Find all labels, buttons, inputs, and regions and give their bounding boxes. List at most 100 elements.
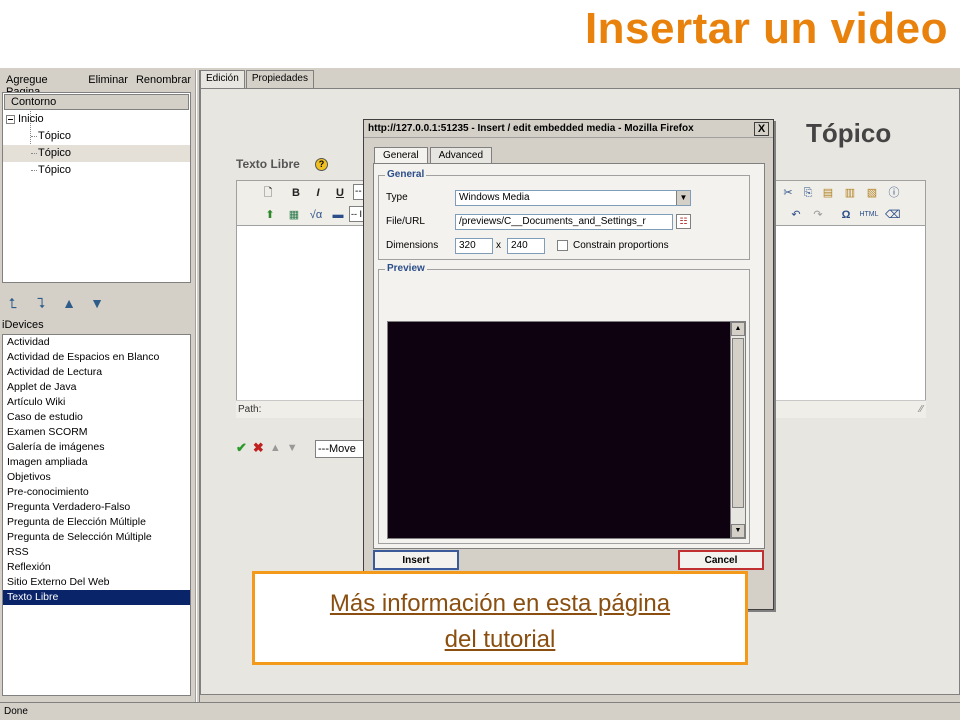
- path-label: Path:: [238, 404, 262, 415]
- idevice-item[interactable]: Objetivos: [3, 470, 190, 485]
- tree-item-topic[interactable]: Tópico: [3, 162, 190, 179]
- tree-item-topic[interactable]: Tópico: [3, 128, 190, 145]
- tab-edicion[interactable]: Edición: [200, 70, 245, 88]
- idevice-item[interactable]: Artículo Wiki: [3, 395, 190, 410]
- copy-icon[interactable]: ⎘: [801, 186, 815, 200]
- idevice-item[interactable]: Pregunta de Selección Múltiple: [3, 530, 190, 545]
- constrain-checkbox[interactable]: [557, 240, 568, 251]
- media-preview: [387, 321, 733, 539]
- scroll-down-icon[interactable]: ▼: [731, 524, 745, 538]
- collapse-icon[interactable]: [6, 115, 15, 124]
- browse-icon[interactable]: ☷: [676, 214, 691, 229]
- idevice-item[interactable]: Pre-conocimiento: [3, 485, 190, 500]
- move-down-icon[interactable]: ▼: [287, 442, 298, 454]
- move-up-icon[interactable]: ▲: [270, 442, 281, 454]
- cancel-button[interactable]: Cancel: [678, 550, 764, 570]
- redo-icon[interactable]: ↷: [811, 208, 825, 222]
- add-page-button[interactable]: Agregue Pagina: [2, 72, 84, 98]
- file-url-input[interactable]: /previews/C__Documents_and_Settings_r: [455, 214, 673, 230]
- width-input[interactable]: 320: [455, 238, 493, 254]
- paste-word-icon[interactable]: ▧: [865, 186, 879, 200]
- idevice-item[interactable]: Pregunta de Elección Múltiple: [3, 515, 190, 530]
- idevice-item[interactable]: Reflexión: [3, 560, 190, 575]
- file-url-label: File/URL: [386, 216, 425, 227]
- idevices-list: Actividad Actividad de Espacios en Blanc…: [2, 334, 191, 696]
- tree-connector: [31, 136, 37, 137]
- idevice-item[interactable]: Sitio Externo Del Web: [3, 575, 190, 590]
- special-char-icon[interactable]: Ω: [839, 208, 853, 222]
- outline-tree: Contorno Inicio Tópico Tópico Tópico: [2, 92, 191, 283]
- idevice-title: Texto Libre: [236, 157, 300, 171]
- promote-icon[interactable]: ⮤: [4, 295, 22, 312]
- scroll-thumb[interactable]: [732, 338, 744, 508]
- idevice-item[interactable]: Caso de estudio: [3, 410, 190, 425]
- eraser-icon[interactable]: ⌫: [885, 208, 901, 222]
- tree-item-root[interactable]: Inicio: [3, 111, 190, 128]
- paste-icon[interactable]: ▤: [821, 186, 835, 200]
- chevron-down-icon[interactable]: ▼: [676, 191, 690, 205]
- idevice-item[interactable]: Pregunta Verdadero-Falso: [3, 500, 190, 515]
- rename-button[interactable]: Renombrar: [132, 72, 195, 90]
- idevice-item-selected[interactable]: Texto Libre: [3, 590, 190, 605]
- idevice-item[interactable]: Actividad de Lectura: [3, 365, 190, 380]
- general-fieldset: General Type Windows Media ▼ File/URL /p…: [378, 169, 750, 260]
- help-circle-icon[interactable]: ⓘ: [887, 186, 901, 200]
- bold-icon[interactable]: B: [289, 186, 303, 200]
- scroll-up-icon[interactable]: ▲: [731, 322, 745, 336]
- preview-legend: Preview: [385, 263, 427, 274]
- underline-icon[interactable]: U: [333, 186, 347, 200]
- tab-general[interactable]: General: [374, 147, 428, 163]
- status-bar: Done: [0, 702, 960, 720]
- preview-scrollbar[interactable]: ▲ ▼: [730, 321, 746, 539]
- paste-text-icon[interactable]: ▥: [843, 186, 857, 200]
- left-pane: Agregue Pagina Eliminar Renombrar Contor…: [0, 70, 196, 702]
- idevice-item[interactable]: Examen SCORM: [3, 425, 190, 440]
- dialog-title: http://127.0.0.1:51235 - Insert / edit e…: [364, 120, 773, 138]
- resize-grip-icon[interactable]: ⁄⁄: [920, 401, 923, 418]
- delete-x-icon[interactable]: ✖: [253, 440, 264, 456]
- close-button[interactable]: X: [754, 122, 769, 136]
- tutorial-link-line1[interactable]: Más información en esta página: [330, 590, 670, 617]
- height-input[interactable]: 240: [507, 238, 545, 254]
- slide-title: Insertar un video: [584, 4, 948, 53]
- idevice-item[interactable]: RSS: [3, 545, 190, 560]
- type-select[interactable]: Windows Media ▼: [455, 190, 691, 206]
- move-down-icon[interactable]: ▼: [88, 295, 106, 311]
- insert-media-icon[interactable]: ▦: [287, 208, 301, 222]
- idevice-item[interactable]: Imagen ampliada: [3, 455, 190, 470]
- tutorial-link-line2[interactable]: del tutorial: [445, 626, 556, 653]
- type-value: Windows Media: [459, 192, 530, 203]
- dialog-body: General Type Windows Media ▼ File/URL /p…: [373, 163, 765, 549]
- dimensions-label: Dimensions: [386, 240, 439, 251]
- constrain-label: Constrain proportions: [573, 240, 669, 251]
- insert-image-icon[interactable]: ⬆: [263, 208, 277, 222]
- checkmark-icon[interactable]: ✔: [236, 440, 247, 456]
- cut-icon[interactable]: ✂: [781, 186, 795, 200]
- tree-item-label: Tópico: [38, 130, 72, 142]
- insert-button[interactable]: Insert: [373, 550, 459, 570]
- idevice-item[interactable]: Actividad de Espacios en Blanco: [3, 350, 190, 365]
- idevice-item[interactable]: Applet de Java: [3, 380, 190, 395]
- tree-item-topic-selected[interactable]: Tópico: [3, 145, 190, 162]
- math-icon[interactable]: √α: [307, 208, 325, 222]
- tab-advanced[interactable]: Advanced: [429, 147, 493, 163]
- html-source-icon[interactable]: HTML: [859, 208, 879, 222]
- undo-icon[interactable]: ↶: [789, 208, 803, 222]
- tree-connector: [31, 170, 37, 171]
- new-document-icon[interactable]: 🗋: [261, 186, 275, 200]
- tree-item-label: Tópico: [38, 164, 72, 176]
- tutorial-callout: Más información en esta página del tutor…: [252, 571, 748, 665]
- italic-icon[interactable]: I: [311, 186, 325, 200]
- idevice-item[interactable]: Galería de imágenes: [3, 440, 190, 455]
- insert-link-icon[interactable]: ▬: [331, 208, 345, 222]
- tree-item-label: Tópico: [38, 147, 72, 159]
- idevice-item[interactable]: Actividad: [3, 335, 190, 350]
- embedded-media-dialog: http://127.0.0.1:51235 - Insert / edit e…: [363, 119, 774, 610]
- help-icon[interactable]: ?: [315, 158, 328, 171]
- tab-propiedades[interactable]: Propiedades: [245, 70, 314, 88]
- outline-menu: Agregue Pagina Eliminar Renombrar: [2, 72, 195, 98]
- delete-button[interactable]: Eliminar: [84, 72, 132, 90]
- move-up-icon[interactable]: ▲: [60, 295, 78, 311]
- page-title: Tópico: [806, 118, 892, 148]
- demote-icon[interactable]: ⮧: [32, 295, 50, 312]
